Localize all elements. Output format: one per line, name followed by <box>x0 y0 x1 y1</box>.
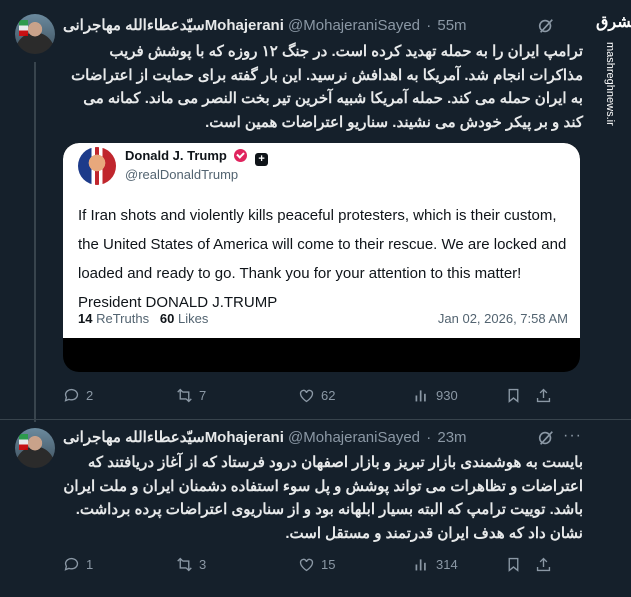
quoted-author-handle: @realDonaldTrump <box>125 167 239 182</box>
retruths-count: 14 <box>78 311 93 326</box>
tweet-text: بایست به هوشمندی بازار تبریز و بازار اصف… <box>63 454 583 542</box>
separator-dot: · <box>426 17 432 34</box>
likes-label: Likes <box>178 311 209 326</box>
like-count: 62 <box>321 387 336 403</box>
thread-line <box>34 62 36 422</box>
separator-dot: · <box>426 429 432 446</box>
grok-icon[interactable] <box>537 17 555 35</box>
author-name[interactable]: سیّدعطاءالله مهاجرانیMohajerani <box>63 17 284 34</box>
views-icon <box>415 389 426 401</box>
grok-icon[interactable] <box>537 429 555 447</box>
share-button[interactable] <box>535 385 552 405</box>
reply-icon <box>64 557 79 571</box>
views-count: 930 <box>436 387 458 403</box>
quoted-post-image[interactable]: Donald J. Trump + @realDonaldTrump If Ir… <box>63 143 580 372</box>
share-icon <box>536 557 551 571</box>
heart-icon <box>299 558 314 571</box>
truth-social-card: Donald J. Trump + @realDonaldTrump If Ir… <box>63 143 580 338</box>
heart-icon <box>299 389 314 402</box>
reply-button[interactable]: 1 <box>63 554 93 574</box>
quoted-text: If Iran shots and violently kills peacef… <box>78 207 567 311</box>
tweet[interactable]: سیّدعطاءالله مهاجرانیMohajerani @Mohajer… <box>0 0 631 422</box>
tweet[interactable]: سیّدعطاءالله مهاجرانیMohajerani @Mohajer… <box>0 420 631 597</box>
reply-icon <box>64 388 79 402</box>
like-button[interactable]: 15 <box>298 554 335 574</box>
reply-button[interactable]: 2 <box>63 385 93 405</box>
likes-count: 60 <box>159 311 175 326</box>
views-button[interactable]: 930 <box>413 385 458 405</box>
bookmark-icon <box>508 557 519 572</box>
trump-avatar <box>78 147 116 185</box>
more-icon[interactable]: ··· <box>563 428 581 447</box>
repost-icon <box>177 557 192 571</box>
like-count: 15 <box>321 556 336 572</box>
reply-count: 1 <box>86 556 94 572</box>
repost-button[interactable]: 7 <box>176 385 206 405</box>
repost-button[interactable]: 3 <box>176 554 206 574</box>
quoted-author-name: Donald J. Trump + <box>125 148 269 166</box>
views-count: 314 <box>436 556 458 572</box>
tweet-header: سیّدعطاءالله مهاجرانیMohajerani @Mohajer… <box>63 16 467 36</box>
retruths-label: ReTruths <box>96 311 150 326</box>
tweet-time[interactable]: 23m <box>437 429 466 446</box>
bookmark-icon <box>508 388 519 403</box>
tweet-header: سیّدعطاءالله مهاجرانیMohajerani @Mohajer… <box>63 428 467 448</box>
tweet-text: ترامپ ایران را به حمله تهدید کرده است. د… <box>71 43 583 131</box>
share-icon <box>536 388 551 402</box>
quoted-author-name-text: Donald J. Trump <box>125 148 227 163</box>
like-button[interactable]: 62 <box>298 385 335 405</box>
tweet-time[interactable]: 55m <box>437 17 466 34</box>
reply-count: 2 <box>86 387 94 403</box>
author-name[interactable]: سیّدعطاءالله مهاجرانیMohajerani <box>63 429 284 446</box>
repost-count: 7 <box>199 387 207 403</box>
avatar[interactable] <box>15 14 55 54</box>
quoted-footer: 14 ReTruths 60 Likes Jan 02, 2026, 7:58 … <box>78 311 568 326</box>
author-handle[interactable]: @MohajeraniSayed <box>288 17 420 34</box>
plus-icon: + <box>255 153 269 166</box>
views-button[interactable]: 314 <box>413 554 458 574</box>
avatar[interactable] <box>15 428 55 468</box>
verified-icon <box>234 149 248 162</box>
tweet-actions: 2 7 62 930 <box>63 385 583 405</box>
repost-count: 3 <box>199 556 207 572</box>
repost-icon <box>177 388 192 402</box>
share-button[interactable] <box>535 554 552 574</box>
bookmark-button[interactable] <box>505 554 522 574</box>
bookmark-button[interactable] <box>505 385 522 405</box>
views-icon <box>415 558 426 570</box>
author-handle[interactable]: @MohajeraniSayed <box>288 429 420 446</box>
tweet-actions: 1 3 15 314 <box>63 554 583 574</box>
quoted-date: Jan 02, 2026, 7:58 AM <box>437 311 568 326</box>
